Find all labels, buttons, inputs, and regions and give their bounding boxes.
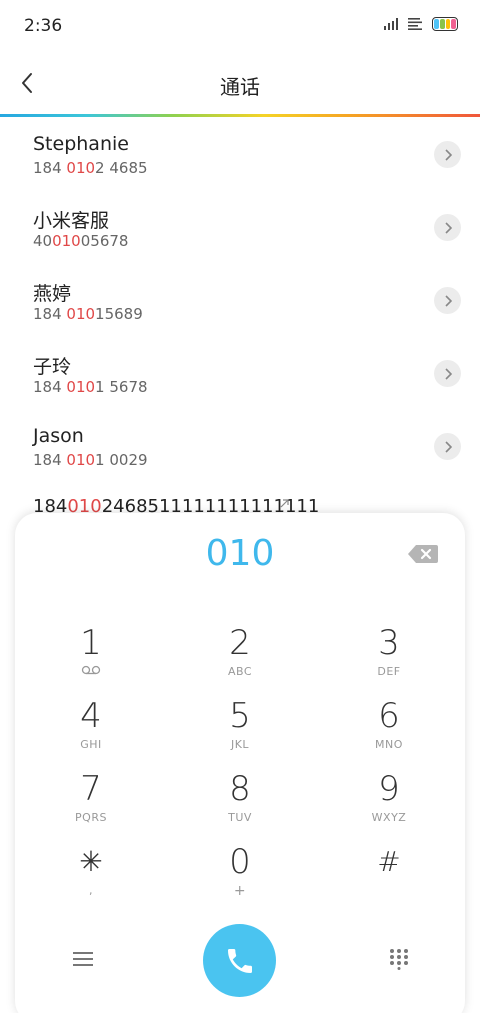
contact-name: 燕婷 — [33, 283, 72, 305]
contact-number: 184 0102 4685 — [33, 159, 148, 177]
contact-detail-button[interactable] — [434, 360, 461, 387]
key-1[interactable]: 1 — [36, 623, 146, 689]
key-letters: ABC — [227, 665, 253, 678]
contact-row[interactable]: 小米客服 4001005678 — [0, 190, 480, 263]
battery-segment — [451, 19, 456, 29]
number-suffix: 15689 — [95, 305, 143, 323]
dialpad-panel: 010 1 2 ABC 3 DEF 4 GHI 5 JKL 6 MNO 7 PQ… — [15, 513, 465, 1013]
number-suffix: 1 5678 — [95, 378, 148, 396]
key-letters: WXYZ — [371, 811, 407, 824]
page-title: 通话 — [220, 75, 260, 99]
battery-icon — [432, 17, 458, 31]
key-letters: TUV — [228, 811, 252, 824]
chevron-right-icon — [444, 294, 452, 307]
key-letters: , — [89, 884, 93, 897]
status-icons — [384, 17, 458, 31]
menu-button[interactable] — [67, 943, 99, 975]
contact-number: 184 0101 0029 — [33, 451, 148, 469]
contact-name: Stephanie — [33, 133, 129, 155]
number-suffix: 1 0029 — [95, 451, 148, 469]
key-star[interactable]: ✳ , — [36, 842, 146, 908]
number-prefix: 184 — [33, 305, 67, 323]
key-9[interactable]: 9 WXYZ — [334, 769, 444, 835]
number-suffix: 2 4685 — [95, 159, 148, 177]
chevron-right-icon — [444, 440, 452, 453]
dialpad-toggle-button[interactable] — [383, 943, 415, 975]
contact-number: 184 01015689 — [33, 305, 143, 323]
key-7[interactable]: 7 PQRS — [36, 769, 146, 835]
app-bar: 通话 — [0, 52, 480, 114]
number-match: 010 — [66, 159, 96, 177]
key-0[interactable]: 0 + — [185, 842, 295, 908]
contact-detail-button[interactable] — [434, 287, 461, 314]
backspace-button[interactable] — [407, 543, 439, 565]
notification-icon — [408, 18, 422, 30]
key-digit: 5 — [229, 696, 251, 736]
backspace-icon — [408, 545, 438, 563]
key-digit: 0 — [229, 842, 251, 882]
battery-segment — [445, 19, 451, 29]
key-8[interactable]: 8 TUV — [185, 769, 295, 835]
key-digit: ✳ — [79, 845, 103, 878]
key-hash[interactable]: # — [334, 842, 444, 908]
call-button[interactable] — [203, 924, 276, 997]
key-letters: GHI — [80, 738, 102, 751]
status-bar: 2:36 — [0, 0, 480, 52]
contact-detail-button[interactable] — [434, 214, 461, 241]
key-digit: 6 — [378, 696, 400, 736]
key-3[interactable]: 3 DEF — [334, 623, 444, 689]
battery-segment — [434, 19, 439, 29]
voicemail-icon — [36, 665, 146, 679]
key-digit: 1 — [80, 623, 102, 663]
contact-row[interactable]: 燕婷 184 01015689 — [0, 263, 480, 336]
number-suffix: 05678 — [80, 232, 129, 250]
chevron-right-icon — [444, 221, 452, 234]
key-digit: 3 — [378, 623, 400, 663]
contact-number: 184 0101 5678 — [33, 378, 148, 396]
number-match: 010 — [66, 378, 96, 396]
key-digit: 8 — [229, 769, 251, 809]
contact-list: Stephanie 184 0102 4685 小米客服 4001005678 … — [0, 117, 480, 482]
key-2[interactable]: 2 ABC — [185, 623, 295, 689]
number-prefix: 184 — [33, 378, 67, 396]
key-digit: 2 — [229, 623, 251, 663]
outgoing-arrow-icon — [280, 499, 289, 508]
contact-number: 4001005678 — [33, 232, 128, 250]
number-match: 010 — [52, 232, 81, 250]
key-digit: 7 — [80, 769, 102, 809]
key-letters: MNO — [375, 738, 403, 751]
key-letters: PQRS — [75, 811, 107, 824]
key-4[interactable]: 4 GHI — [36, 696, 146, 762]
number-match: 010 — [66, 451, 96, 469]
number-prefix: 40 — [33, 232, 53, 250]
key-letters: JKL — [230, 738, 250, 751]
key-digit: 4 — [80, 696, 102, 736]
number-prefix: 184 — [33, 451, 67, 469]
chevron-right-icon — [444, 367, 452, 380]
chevron-right-icon — [444, 148, 452, 161]
dialpad-icon — [390, 949, 408, 970]
key-6[interactable]: 6 MNO — [334, 696, 444, 762]
contact-row[interactable]: Jason 184 0101 0029 — [0, 409, 480, 482]
contact-row[interactable]: Stephanie 184 0102 4685 — [0, 117, 480, 190]
number-prefix: 184 — [33, 159, 67, 177]
key-letters: DEF — [377, 665, 401, 678]
contact-name: 小米客服 — [33, 210, 110, 232]
number-match: 010 — [66, 305, 96, 323]
key-digit: # — [377, 845, 401, 878]
status-time: 2:36 — [24, 16, 63, 36]
contact-name: Jason — [33, 425, 84, 447]
contact-row[interactable]: 子玲 184 0101 5678 — [0, 336, 480, 409]
phone-icon — [227, 948, 252, 973]
key-digit: 9 — [378, 769, 400, 809]
contact-detail-button[interactable] — [434, 141, 461, 168]
signal-icon — [384, 18, 398, 30]
battery-segment — [439, 19, 445, 29]
contact-name: 子玲 — [33, 356, 72, 378]
menu-icon — [73, 952, 93, 966]
dial-input[interactable]: 010 — [15, 533, 465, 574]
contact-detail-button[interactable] — [434, 433, 461, 460]
key-letters: + — [233, 883, 247, 899]
key-5[interactable]: 5 JKL — [185, 696, 295, 762]
